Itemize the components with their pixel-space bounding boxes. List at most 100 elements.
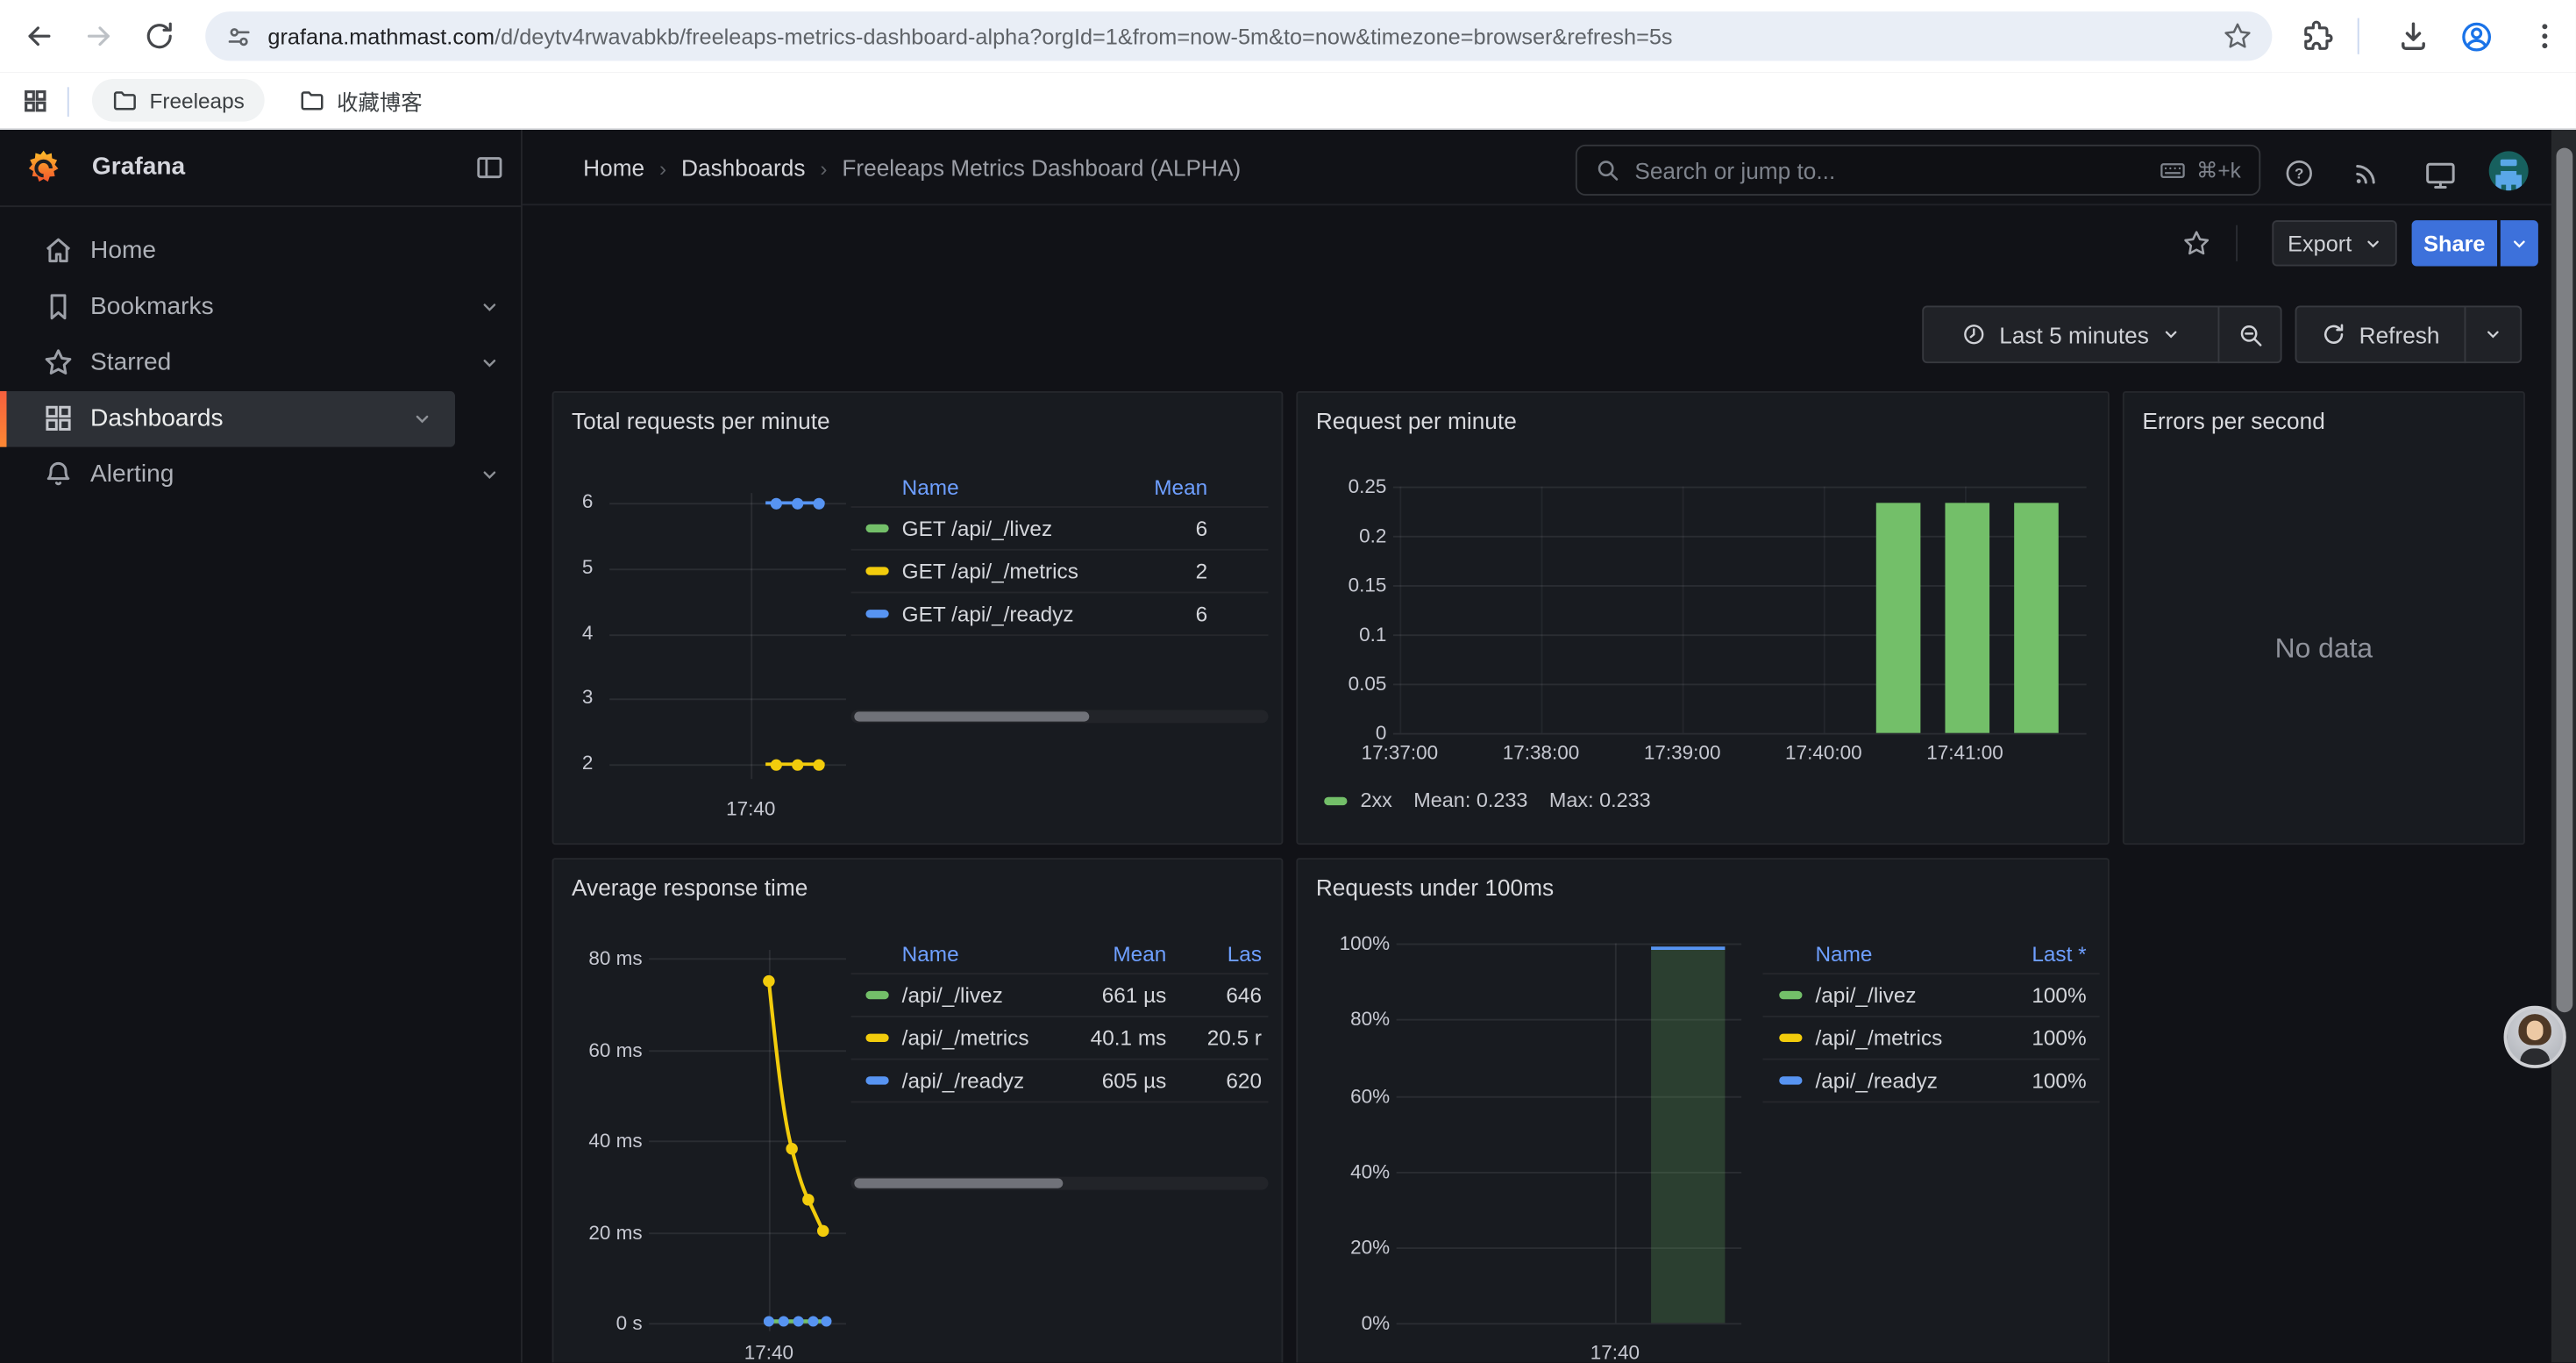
- product-title[interactable]: Grafana: [92, 153, 185, 181]
- chevron-down-icon[interactable]: [480, 465, 499, 484]
- panel-title[interactable]: Request per minute: [1316, 408, 1517, 434]
- series-name[interactable]: 2xx: [1360, 789, 1391, 811]
- series-name[interactable]: GET /api/_/readyz: [851, 602, 1154, 626]
- apps-grid-icon[interactable]: [21, 87, 49, 115]
- folder-icon: [299, 87, 325, 113]
- legend-row: /api/_/livez 100%: [1763, 973, 2100, 1016]
- x-tick: 17:37:00: [1334, 741, 1465, 764]
- sidebar-header: Grafana: [0, 130, 521, 207]
- breadcrumb-separator: ›: [659, 155, 666, 180]
- sidebar: Grafana Home Bookmarks: [0, 130, 523, 1363]
- refresh-button[interactable]: Refresh: [2295, 306, 2466, 364]
- grafana-logo-icon[interactable]: [23, 148, 64, 189]
- legend-header-mean[interactable]: Mean: [1153, 475, 1268, 499]
- panel-title[interactable]: Requests under 100ms: [1316, 874, 1554, 901]
- clock-icon: [1961, 322, 1986, 346]
- time-range-picker[interactable]: Last 5 minutes: [1922, 306, 2219, 364]
- sidebar-item-bookmarks[interactable]: Bookmarks: [0, 280, 523, 336]
- legend-header-name[interactable]: Name: [1763, 941, 1985, 966]
- bookmark-folder-freeleaps[interactable]: Freeleaps: [92, 79, 264, 122]
- bookmark-icon: [43, 291, 75, 323]
- legend-scrollbar[interactable]: [851, 1177, 1269, 1190]
- legend-header-last[interactable]: Las: [1166, 941, 1268, 966]
- sidebar-item-label: Starred: [90, 348, 171, 376]
- help-icon[interactable]: ?: [2283, 158, 2315, 189]
- refresh-interval-button[interactable]: [2465, 306, 2523, 364]
- breadcrumb-dashboards[interactable]: Dashboards: [681, 154, 805, 181]
- share-menu-button[interactable]: [2500, 220, 2537, 266]
- download-icon[interactable]: [2397, 19, 2430, 52]
- user-avatar[interactable]: [2489, 151, 2529, 190]
- reload-icon[interactable]: [143, 19, 175, 52]
- x-tick: 17:38:00: [1476, 741, 1607, 764]
- series-color-pill: [865, 610, 888, 617]
- legend-header-name[interactable]: Name: [851, 475, 1154, 499]
- favorite-star-icon[interactable]: [2181, 228, 2211, 258]
- extensions-icon[interactable]: [2302, 19, 2334, 52]
- chevron-down-icon: [2484, 325, 2502, 344]
- chevron-down-icon[interactable]: [412, 410, 431, 429]
- y-tick: 0.1: [1298, 623, 1386, 646]
- series-last: 20.5 r: [1166, 1025, 1268, 1050]
- series-name[interactable]: GET /api/_/metrics: [851, 559, 1154, 583]
- panel-avg-response-time: Average response time 80 ms 60 ms 40 ms …: [552, 858, 1284, 1363]
- series-last: 646: [1166, 982, 1268, 1007]
- sidebar-item-dashboards[interactable]: Dashboards: [0, 391, 455, 447]
- floating-avatar-widget[interactable]: [2504, 1006, 2566, 1068]
- sidebar-item-label: Dashboards: [90, 404, 224, 432]
- series-mean: 40.1 ms: [1071, 1025, 1167, 1050]
- panel-requests-under-100ms: Requests under 100ms 100% 80% 60% 40% 20…: [1296, 858, 2109, 1363]
- sidebar-item-starred[interactable]: Starred: [0, 335, 523, 391]
- monitor-icon[interactable]: [2423, 158, 2458, 192]
- chevron-down-icon[interactable]: [480, 353, 499, 373]
- controls-divider: [2236, 225, 2238, 261]
- bell-icon: [43, 459, 75, 490]
- profile-icon[interactable]: [2459, 19, 2494, 54]
- panel-request-per-minute: Request per minute 0.25 0.2 0.15 0.1 0.0…: [1296, 391, 2109, 845]
- bookmark-folder-blogs[interactable]: 收藏博客: [280, 79, 443, 122]
- news-rss-icon[interactable]: [2351, 158, 2382, 189]
- x-tick: 17:41:00: [1899, 741, 2031, 764]
- series-color-pill: [865, 525, 888, 532]
- search-shortcut-hint: ⌘+k: [2159, 156, 2241, 184]
- chevron-down-icon[interactable]: [480, 297, 499, 317]
- y-tick: 0%: [1298, 1311, 1390, 1334]
- page-scrollbar[interactable]: [2551, 130, 2576, 1363]
- search-input[interactable]: Search or jump to... ⌘+k: [1576, 145, 2260, 196]
- sidebar-item-home[interactable]: Home: [0, 224, 523, 280]
- dock-sidebar-icon[interactable]: [475, 153, 505, 182]
- breadcrumb-home[interactable]: Home: [583, 154, 644, 181]
- legend-header-name[interactable]: Name: [851, 941, 1071, 966]
- back-icon[interactable]: [23, 19, 55, 52]
- share-button[interactable]: Share: [2412, 220, 2497, 266]
- series-color-pill: [865, 1076, 888, 1084]
- forward-icon[interactable]: [82, 19, 115, 52]
- sidebar-item-label: Bookmarks: [90, 293, 214, 321]
- sidebar-item-alerting[interactable]: Alerting: [0, 447, 523, 503]
- legend-table: Name Last * /api/_/livez 100% /api/_/met…: [1763, 933, 2100, 1103]
- panel-title[interactable]: Total requests per minute: [572, 408, 830, 434]
- url-host: grafana.mathmast.com: [267, 24, 495, 48]
- panel-total-requests: Total requests per minute 6 5 4 3 2: [552, 391, 1284, 845]
- zoom-out-button[interactable]: [2218, 306, 2282, 364]
- y-tick: 2: [553, 751, 593, 774]
- bookmark-star-icon[interactable]: [2223, 21, 2252, 51]
- site-settings-icon[interactable]: [225, 22, 253, 50]
- series-mean: Mean: 0.233: [1413, 789, 1527, 811]
- bar-2xx: [2014, 503, 2059, 732]
- address-bar[interactable]: grafana.mathmast.com/d/deytv4rwavabkb/fr…: [205, 11, 2272, 61]
- scrollbar-thumb[interactable]: [2556, 148, 2572, 1013]
- y-tick: 3: [553, 685, 593, 708]
- series-color-pill: [865, 1034, 888, 1042]
- legend-header-last[interactable]: Last *: [1984, 941, 2099, 966]
- browser-menu-icon[interactable]: [2529, 19, 2561, 52]
- url-path: /d/deytv4rwavabkb/freeleaps-metrics-dash…: [495, 24, 1672, 48]
- bar-2xx: [1945, 503, 1989, 732]
- panel-title[interactable]: Errors per second: [2142, 408, 2325, 434]
- legend-header-mean[interactable]: Mean: [1071, 941, 1167, 966]
- export-button[interactable]: Export: [2272, 220, 2396, 266]
- export-label: Export: [2288, 231, 2352, 255]
- breadcrumb: Home › Dashboards › Freeleaps Metrics Da…: [583, 154, 1241, 181]
- series-name[interactable]: GET /api/_/livez: [851, 516, 1154, 540]
- legend-scrollbar[interactable]: [851, 710, 1269, 723]
